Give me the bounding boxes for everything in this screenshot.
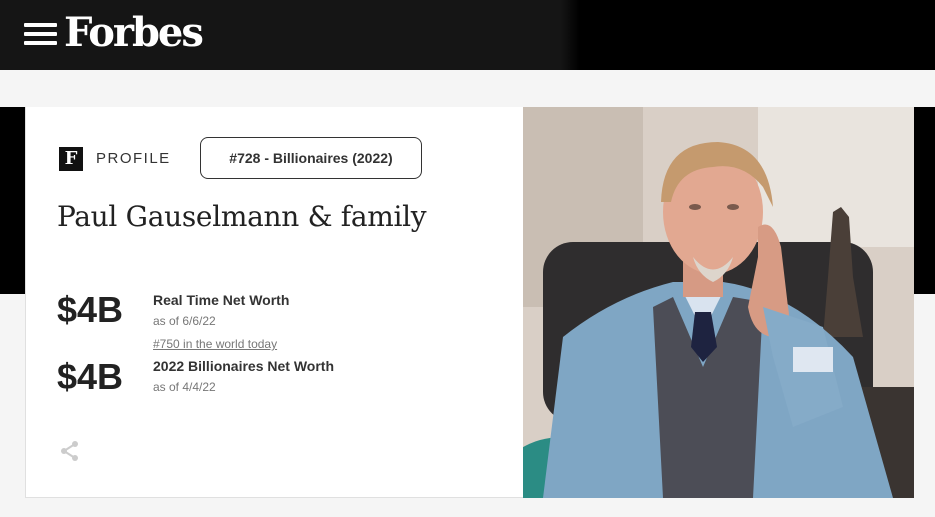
realtime-net-worth-label: Real Time Net Worth	[153, 292, 290, 308]
forbes-logo[interactable]: Forbes	[64, 8, 204, 58]
realtime-as-of-date: as of 6/6/22	[153, 314, 216, 328]
realtime-net-worth-amount: $4B	[57, 289, 124, 330]
site-header: Forbes	[0, 0, 935, 70]
profile-card: F PROFILE #728 - Billionaires (2022) Pau…	[25, 107, 523, 498]
annual-as-of-date: as of 4/4/22	[153, 380, 216, 394]
decorative-stripe-left	[0, 107, 26, 294]
world-rank-link[interactable]: #750 in the world today	[153, 337, 277, 351]
profile-label: PROFILE	[96, 150, 171, 167]
forbes-f-badge-icon: F	[59, 147, 83, 171]
decorative-stripe-right	[914, 107, 935, 294]
person-name: Paul Gauselmann & family	[57, 200, 427, 233]
annual-net-worth-amount: $4B	[57, 356, 124, 397]
annual-net-worth-label: 2022 Billionaires Net Worth	[153, 358, 335, 374]
share-icon[interactable]	[59, 440, 81, 462]
profile-photo	[523, 107, 914, 498]
billionaires-rank-button[interactable]: #728 - Billionaires (2022)	[200, 137, 422, 179]
hamburger-menu-icon[interactable]	[24, 23, 57, 45]
